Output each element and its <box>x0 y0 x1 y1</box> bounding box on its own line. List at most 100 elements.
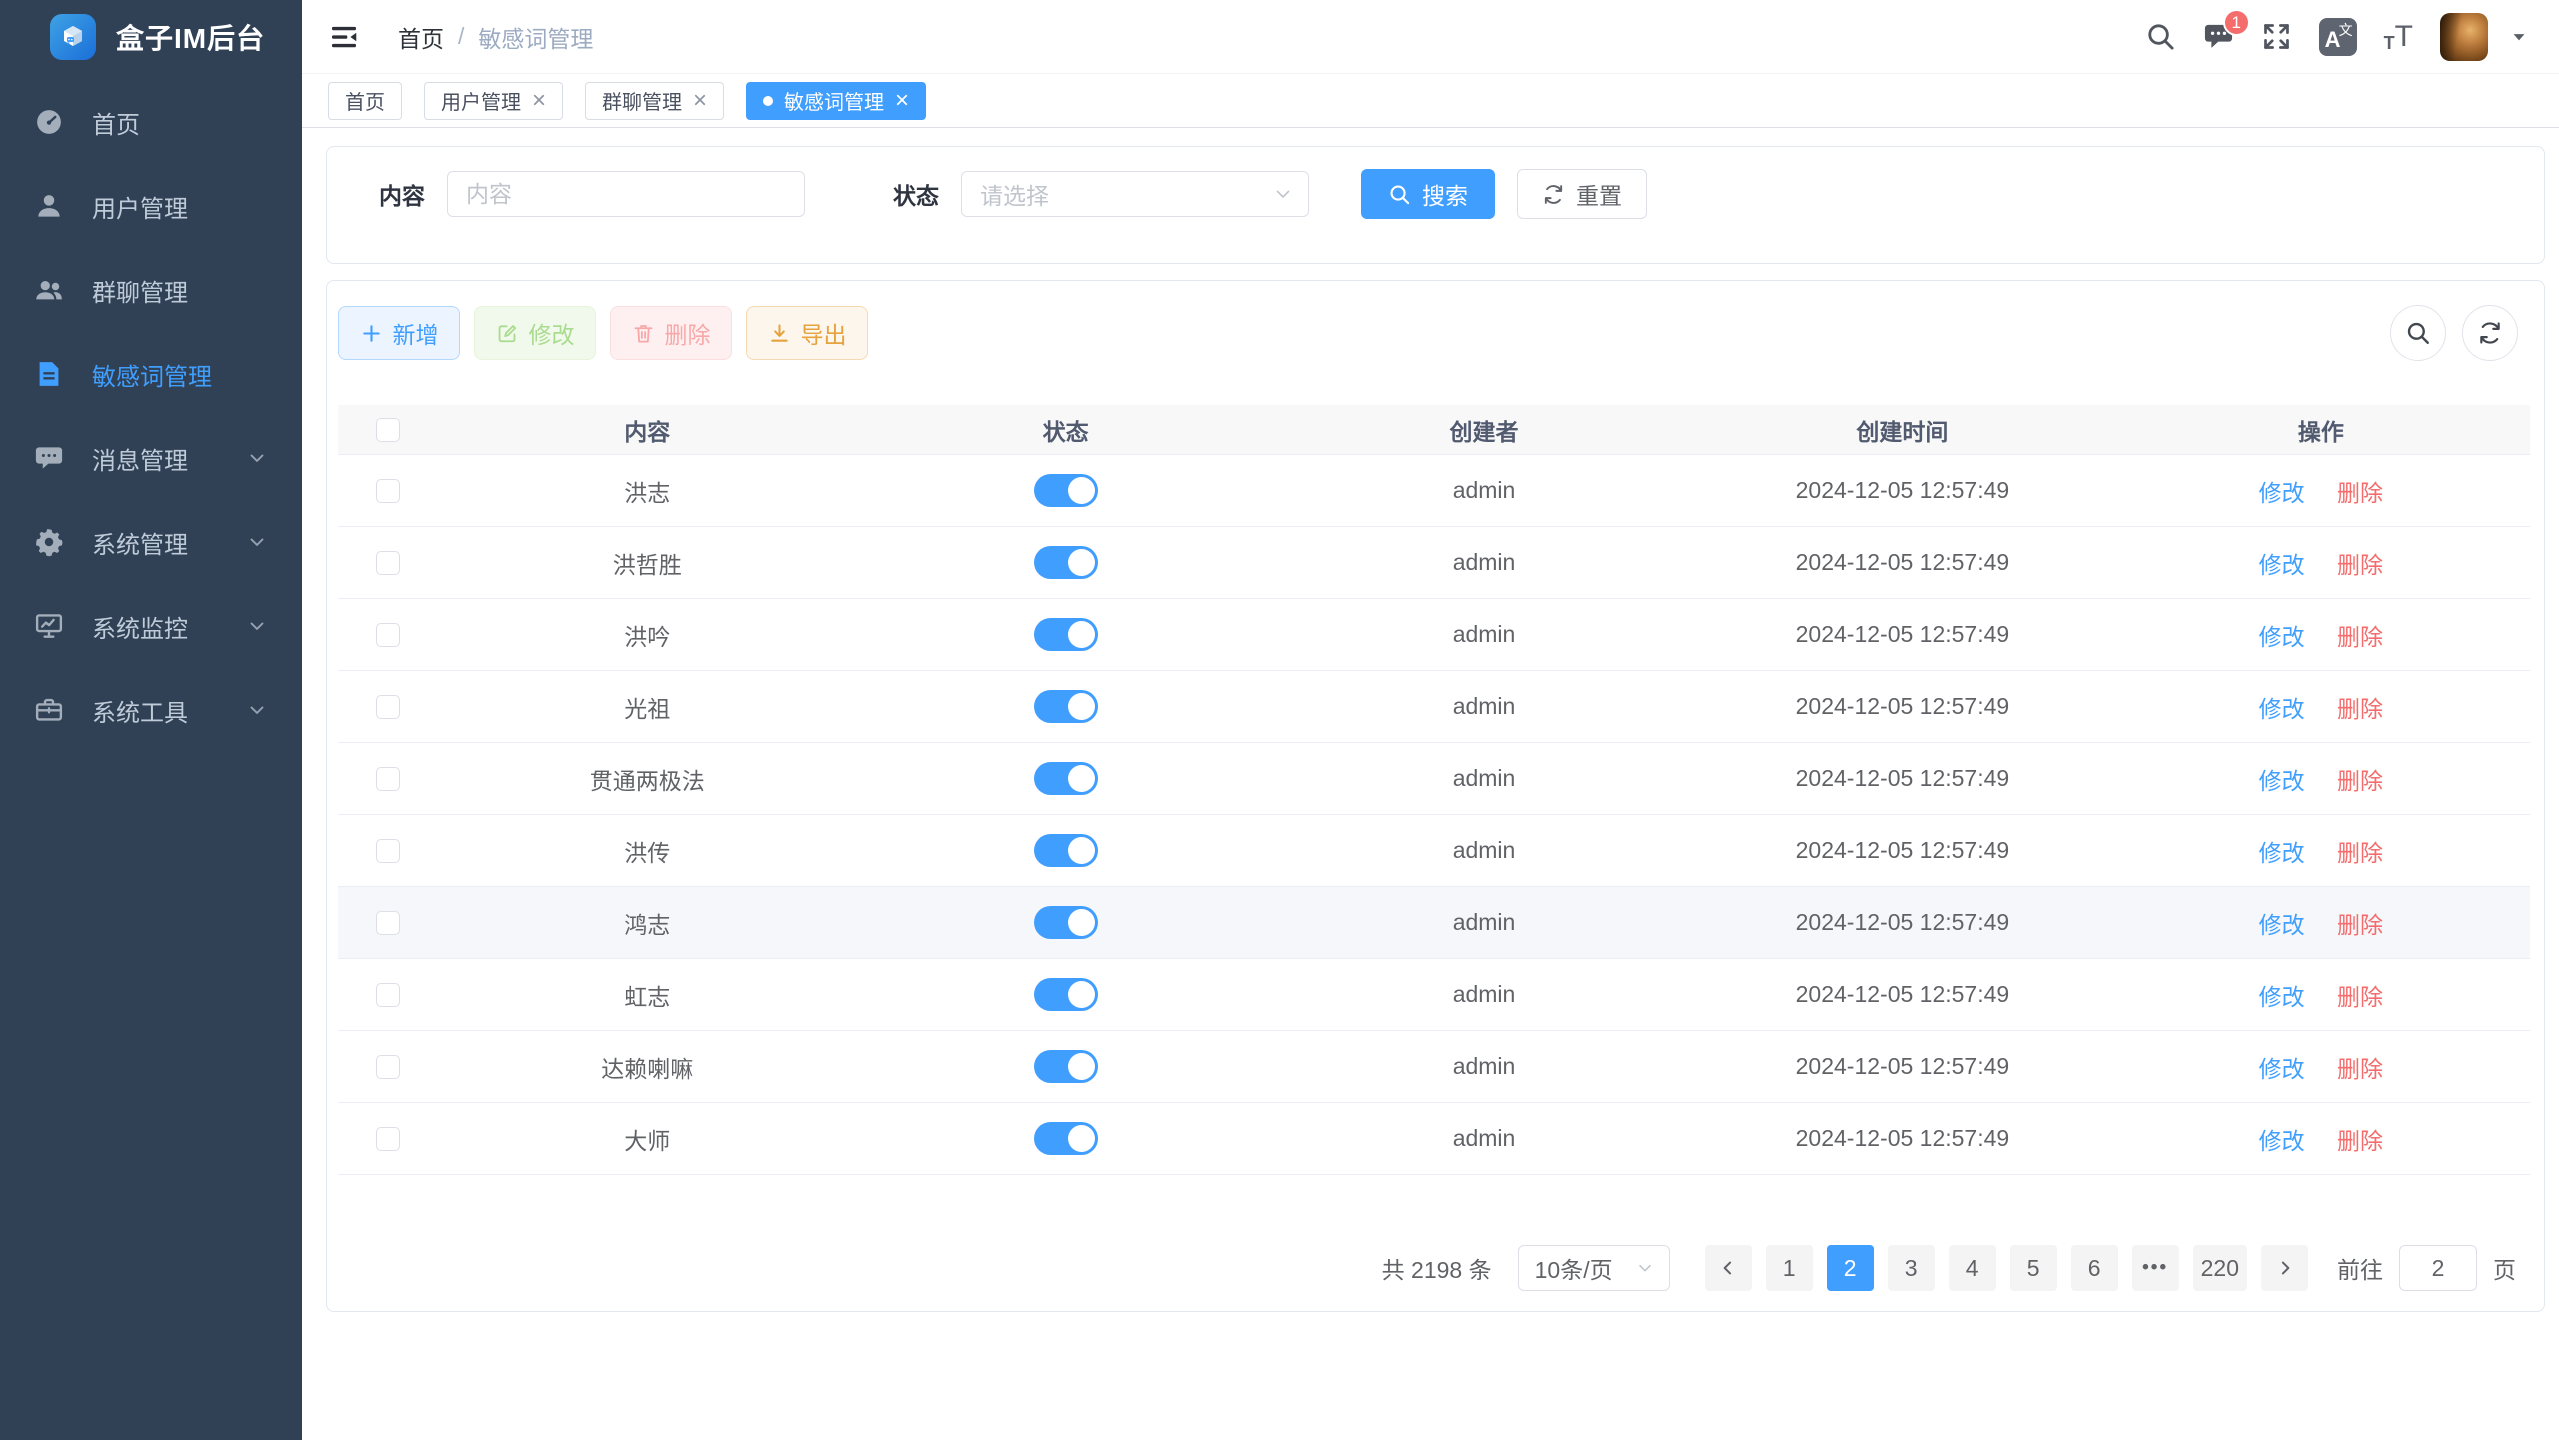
row-edit-link[interactable]: 修改 <box>2259 984 2305 1010</box>
goto-page-input[interactable] <box>2399 1245 2477 1291</box>
content-filter-input[interactable] <box>447 171 805 217</box>
row-edit-link[interactable]: 修改 <box>2259 840 2305 866</box>
row-delete-link[interactable]: 删除 <box>2337 840 2383 866</box>
sidebar-item-home[interactable]: 首页 <box>0 80 302 164</box>
status-toggle[interactable] <box>1034 978 1098 1011</box>
page-size-select[interactable]: 10条/页 <box>1518 1245 1670 1291</box>
tab-group-management[interactable]: 群聊管理 × <box>585 82 724 120</box>
row-checkbox[interactable] <box>376 1055 400 1079</box>
language-switch-icon[interactable]: A文 <box>2319 18 2357 56</box>
row-checkbox[interactable] <box>376 695 400 719</box>
row-delete-link[interactable]: 删除 <box>2337 1128 2383 1154</box>
row-edit-link[interactable]: 修改 <box>2259 696 2305 722</box>
page-button-2[interactable]: 2 <box>1827 1245 1874 1291</box>
row-checkbox[interactable] <box>376 839 400 863</box>
messages-button[interactable]: 1 <box>2203 21 2234 52</box>
row-delete-link[interactable]: 删除 <box>2337 1056 2383 1082</box>
table-row[interactable]: 洪哲胜 admin 2024-12-05 12:57:49 修改 删除 <box>338 527 2530 599</box>
table-row[interactable]: 洪志 admin 2024-12-05 12:57:49 修改 删除 <box>338 455 2530 527</box>
row-edit-link[interactable]: 修改 <box>2259 912 2305 938</box>
sidebar-item-system-management[interactable]: 系统管理 <box>0 500 302 584</box>
tab-user-management[interactable]: 用户管理 × <box>424 82 563 120</box>
page-button-4[interactable]: 4 <box>1949 1245 1996 1291</box>
sidebar-fold-icon[interactable] <box>328 21 360 53</box>
breadcrumb-home[interactable]: 首页 <box>398 20 444 54</box>
table-row[interactable]: 虹志 admin 2024-12-05 12:57:49 修改 删除 <box>338 959 2530 1031</box>
row-checkbox[interactable] <box>376 551 400 575</box>
sidebar-item-sensitive-words[interactable]: 敏感词管理 <box>0 332 302 416</box>
row-delete-link[interactable]: 删除 <box>2337 984 2383 1010</box>
modify-button[interactable]: 修改 <box>474 306 596 360</box>
table-row[interactable]: 达赖喇嘛 admin 2024-12-05 12:57:49 修改 删除 <box>338 1031 2530 1103</box>
tab-sensitive-words[interactable]: 敏感词管理 × <box>746 82 926 120</box>
pages-ellipsis-button[interactable]: ••• <box>2132 1245 2179 1291</box>
status-toggle[interactable] <box>1034 906 1098 939</box>
search-button[interactable]: 搜索 <box>1361 169 1495 219</box>
tab-close-icon[interactable]: × <box>693 89 707 113</box>
refresh-table-button[interactable] <box>2462 305 2518 361</box>
font-size-icon[interactable]: TT <box>2384 22 2413 52</box>
tab-close-icon[interactable]: × <box>532 89 546 113</box>
select-all-checkbox[interactable] <box>376 418 400 442</box>
row-checkbox[interactable] <box>376 1127 400 1151</box>
export-button[interactable]: 导出 <box>746 306 868 360</box>
page-button-6[interactable]: 6 <box>2071 1245 2118 1291</box>
table-row[interactable]: 光祖 admin 2024-12-05 12:57:49 修改 删除 <box>338 671 2530 743</box>
status-toggle[interactable] <box>1034 762 1098 795</box>
table-row[interactable]: 鸿志 admin 2024-12-05 12:57:49 修改 删除 <box>338 887 2530 959</box>
table-row[interactable]: 洪吟 admin 2024-12-05 12:57:49 修改 删除 <box>338 599 2530 671</box>
tab-home[interactable]: 首页 × <box>328 82 402 120</box>
row-edit-link[interactable]: 修改 <box>2259 768 2305 794</box>
row-delete-link[interactable]: 删除 <box>2337 624 2383 650</box>
row-checkbox[interactable] <box>376 479 400 503</box>
row-checkbox[interactable] <box>376 911 400 935</box>
add-button[interactable]: 新增 <box>338 306 460 360</box>
prev-page-button[interactable] <box>1705 1245 1752 1291</box>
status-toggle[interactable] <box>1034 618 1098 651</box>
page-button-220[interactable]: 220 <box>2193 1245 2247 1291</box>
status-filter-select[interactable]: 请选择 <box>961 171 1309 217</box>
page-button-1[interactable]: 1 <box>1766 1245 1813 1291</box>
status-toggle[interactable] <box>1034 690 1098 723</box>
row-checkbox[interactable] <box>376 767 400 791</box>
row-edit-link[interactable]: 修改 <box>2259 1056 2305 1082</box>
row-delete-link[interactable]: 删除 <box>2337 768 2383 794</box>
fullscreen-icon[interactable] <box>2261 21 2292 52</box>
row-delete-link[interactable]: 删除 <box>2337 912 2383 938</box>
sidebar-item-message-management[interactable]: 消息管理 <box>0 416 302 500</box>
sidebar-menu: 首页 用户管理 群聊管理 敏感词管理 消息管理 系统管理 系统监控 系统工具 <box>0 74 302 752</box>
next-page-button[interactable] <box>2261 1245 2308 1291</box>
status-toggle[interactable] <box>1034 834 1098 867</box>
sidebar-item-system-monitor[interactable]: 系统监控 <box>0 584 302 668</box>
row-edit-link[interactable]: 修改 <box>2259 624 2305 650</box>
sidebar-item-user-management[interactable]: 用户管理 <box>0 164 302 248</box>
row-delete-link[interactable]: 删除 <box>2337 480 2383 506</box>
status-toggle[interactable] <box>1034 546 1098 579</box>
table-row[interactable]: 贯通两极法 admin 2024-12-05 12:57:49 修改 删除 <box>338 743 2530 815</box>
row-delete-link[interactable]: 删除 <box>2337 696 2383 722</box>
avatar[interactable] <box>2440 13 2488 61</box>
toggle-search-button[interactable] <box>2390 305 2446 361</box>
cell-content: 洪志 <box>438 474 856 508</box>
avatar-caret-down-icon[interactable] <box>2509 27 2529 47</box>
row-checkbox[interactable] <box>376 623 400 647</box>
row-edit-link[interactable]: 修改 <box>2259 480 2305 506</box>
row-delete-link[interactable]: 删除 <box>2337 552 2383 578</box>
row-edit-link[interactable]: 修改 <box>2259 1128 2305 1154</box>
tab-close-icon[interactable]: × <box>895 89 909 113</box>
table-row[interactable]: 洪传 admin 2024-12-05 12:57:49 修改 删除 <box>338 815 2530 887</box>
sidebar-item-group-management[interactable]: 群聊管理 <box>0 248 302 332</box>
status-toggle[interactable] <box>1034 474 1098 507</box>
page-button-3[interactable]: 3 <box>1888 1245 1935 1291</box>
reset-button[interactable]: 重置 <box>1517 169 1647 219</box>
row-checkbox[interactable] <box>376 983 400 1007</box>
delete-button[interactable]: 删除 <box>610 306 732 360</box>
search-icon[interactable] <box>2145 21 2176 52</box>
row-edit-link[interactable]: 修改 <box>2259 552 2305 578</box>
sidebar-item-system-tools[interactable]: 系统工具 <box>0 668 302 752</box>
status-toggle[interactable] <box>1034 1122 1098 1155</box>
page-button-5[interactable]: 5 <box>2010 1245 2057 1291</box>
status-toggle[interactable] <box>1034 1050 1098 1083</box>
table-row[interactable]: 大师 admin 2024-12-05 12:57:49 修改 删除 <box>338 1103 2530 1175</box>
pagination: 共 2198 条 10条/页 123456•••220 前往 页 <box>338 1245 2530 1291</box>
